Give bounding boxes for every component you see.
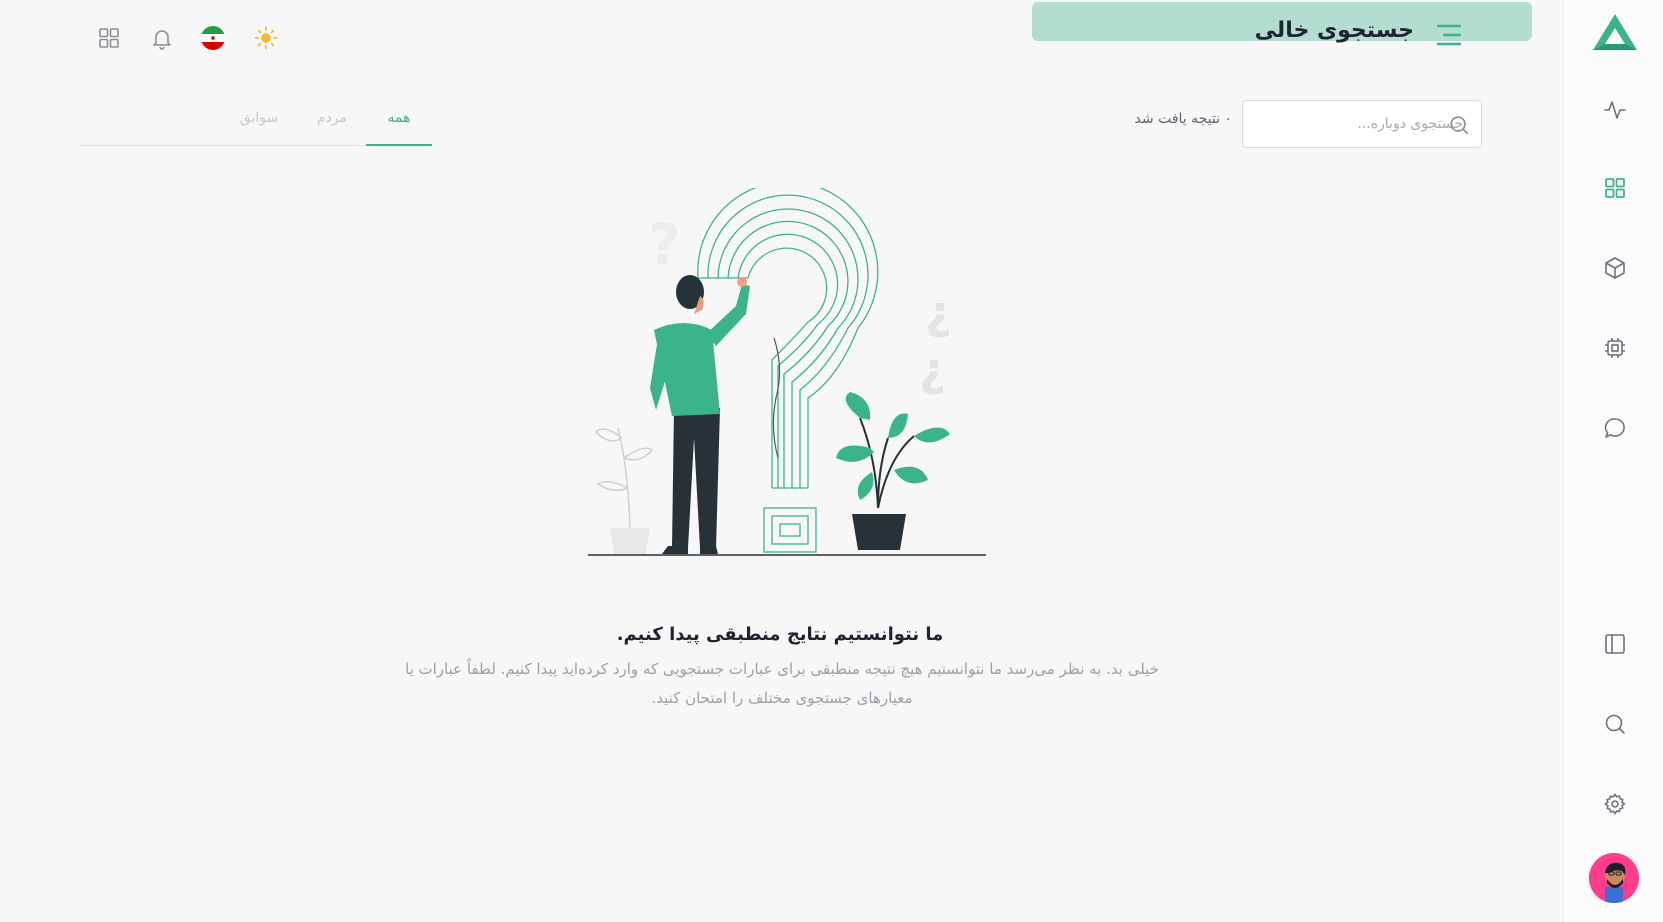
svg-text:?: ?	[919, 349, 946, 403]
search-icon[interactable]	[1602, 711, 1628, 737]
chat-bubble-icon[interactable]	[1602, 415, 1628, 441]
theme-sun-icon[interactable]	[249, 20, 283, 56]
result-count: ۰ نتیجه یافت شد	[1134, 111, 1232, 127]
page-title: جستجوی خالی	[1254, 18, 1414, 43]
svg-text:?: ?	[648, 213, 680, 278]
search-field-icon	[1450, 116, 1469, 135]
panel-layout-icon[interactable]	[1602, 631, 1628, 657]
notification-bell-icon[interactable]	[145, 20, 179, 56]
search-input[interactable]	[1283, 101, 1463, 147]
empty-state-description: خیلی بد. به نظر می‌رسد ما نتوانستیم هیچ …	[405, 660, 1159, 707]
cpu-chip-icon[interactable]	[1602, 335, 1628, 361]
flag-iran-icon[interactable]	[196, 20, 230, 56]
search-box	[1242, 100, 1482, 148]
brand-logo-icon[interactable]	[1592, 12, 1638, 52]
tab-people[interactable]: مردم	[302, 110, 362, 146]
svg-text:?: ?	[925, 292, 952, 346]
sidebar-rail	[1563, 0, 1663, 922]
activity-icon[interactable]	[1602, 97, 1628, 123]
empty-state-title: ما نتوانستیم نتایج منطبقی پیدا کنیم.	[616, 624, 944, 645]
apps-grid-icon[interactable]	[92, 20, 126, 56]
dashboard-grid-icon[interactable]	[1602, 175, 1628, 201]
box-icon[interactable]	[1602, 255, 1628, 281]
menu-toggle-icon[interactable]	[1435, 22, 1463, 48]
result-tabs: سوابق مردم همه	[80, 104, 432, 146]
settings-gear-icon[interactable]	[1602, 791, 1628, 817]
tab-all[interactable]: همه	[366, 110, 432, 146]
tab-records[interactable]: سوابق	[232, 110, 286, 146]
user-avatar[interactable]	[1589, 853, 1639, 903]
empty-search-illustration: ? ? ?	[588, 181, 986, 576]
